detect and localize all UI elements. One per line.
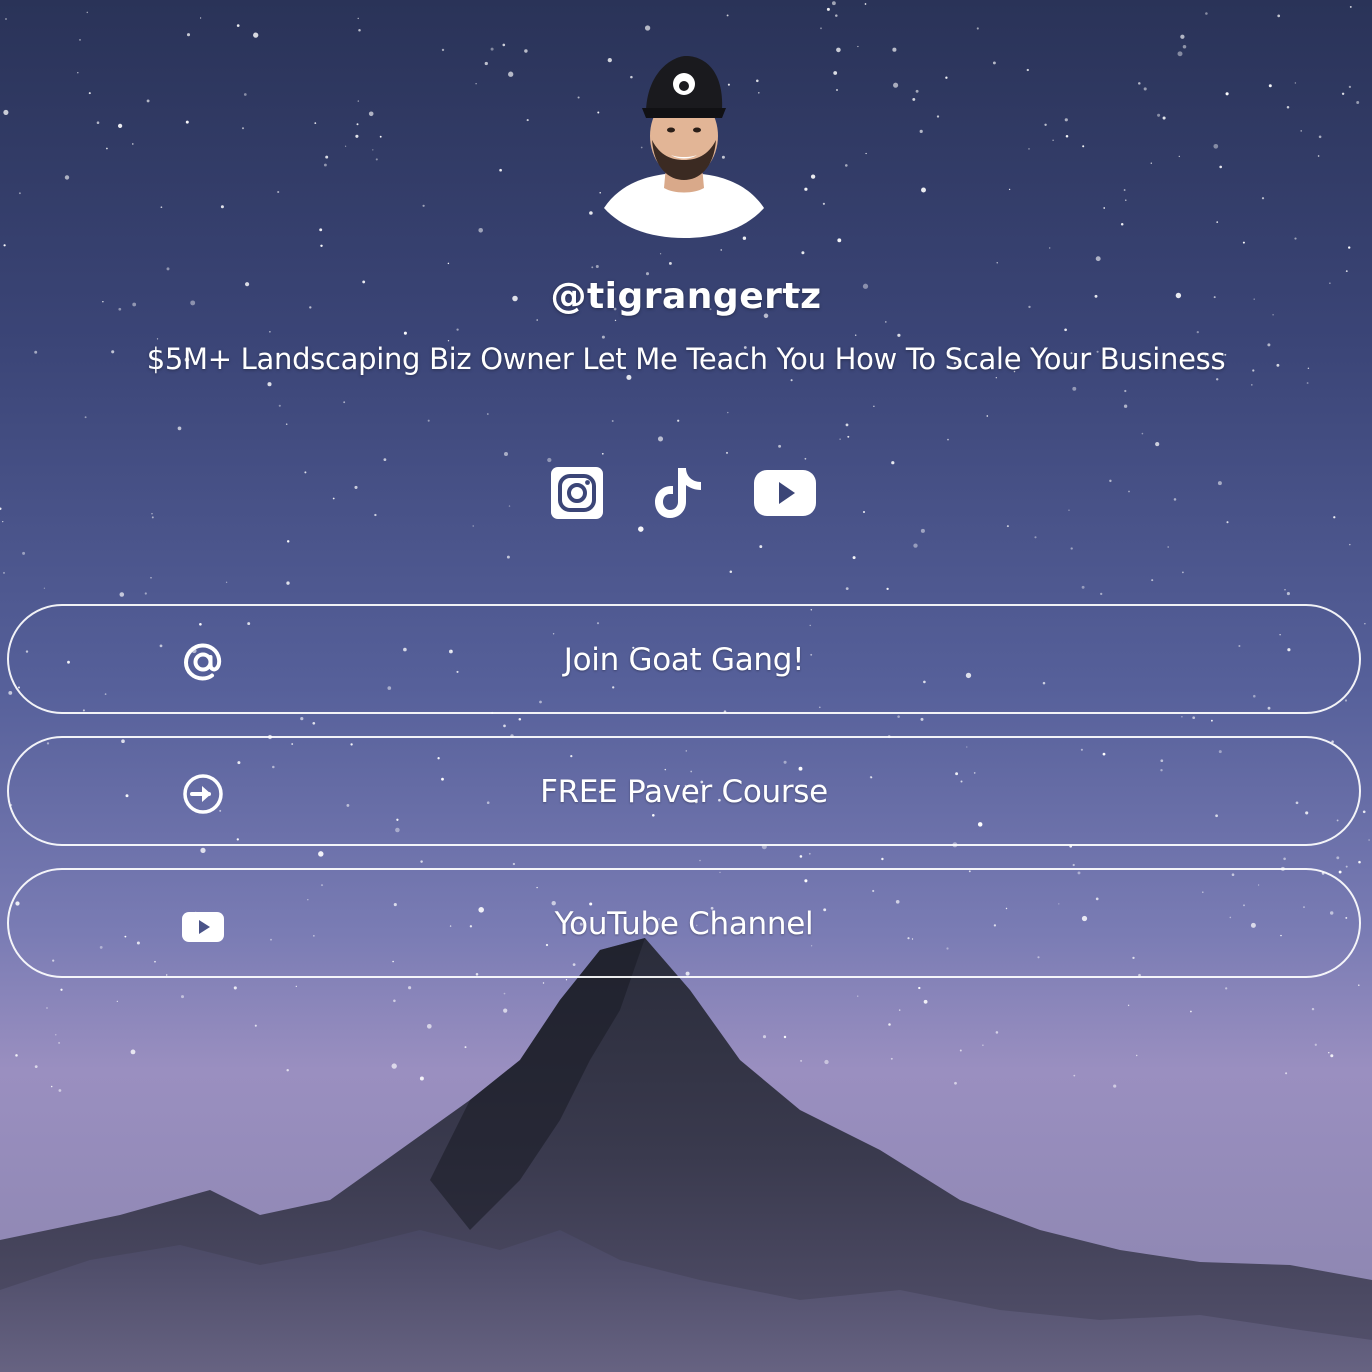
link-in-bio-page: @tigrangertz $5M+ Landscaping Biz Owner …: [0, 0, 1372, 1372]
link-button-label: Join Goat Gang!: [563, 642, 805, 678]
instagram-icon: [551, 467, 603, 519]
social-link-youtube[interactable]: [753, 464, 817, 522]
link-button-youtube-channel[interactable]: YouTube Channel: [7, 868, 1361, 978]
social-link-instagram[interactable]: [545, 464, 609, 522]
avatar: [604, 48, 764, 238]
profile-bio: $5M+ Landscaping Biz Owner Let Me Teach …: [146, 342, 1226, 376]
link-button-free-paver-course[interactable]: FREE Paver Course: [7, 736, 1361, 846]
tiktok-icon: [655, 468, 701, 518]
profile-handle: @tigrangertz: [550, 276, 822, 317]
link-button-label: YouTube Channel: [554, 906, 814, 942]
link-button-join-goat-gang[interactable]: Join Goat Gang!: [7, 604, 1361, 714]
social-link-tiktok[interactable]: [648, 464, 712, 522]
youtube-icon: [754, 470, 816, 516]
link-button-label: FREE Paver Course: [540, 774, 828, 810]
profile-photo: [604, 56, 764, 238]
